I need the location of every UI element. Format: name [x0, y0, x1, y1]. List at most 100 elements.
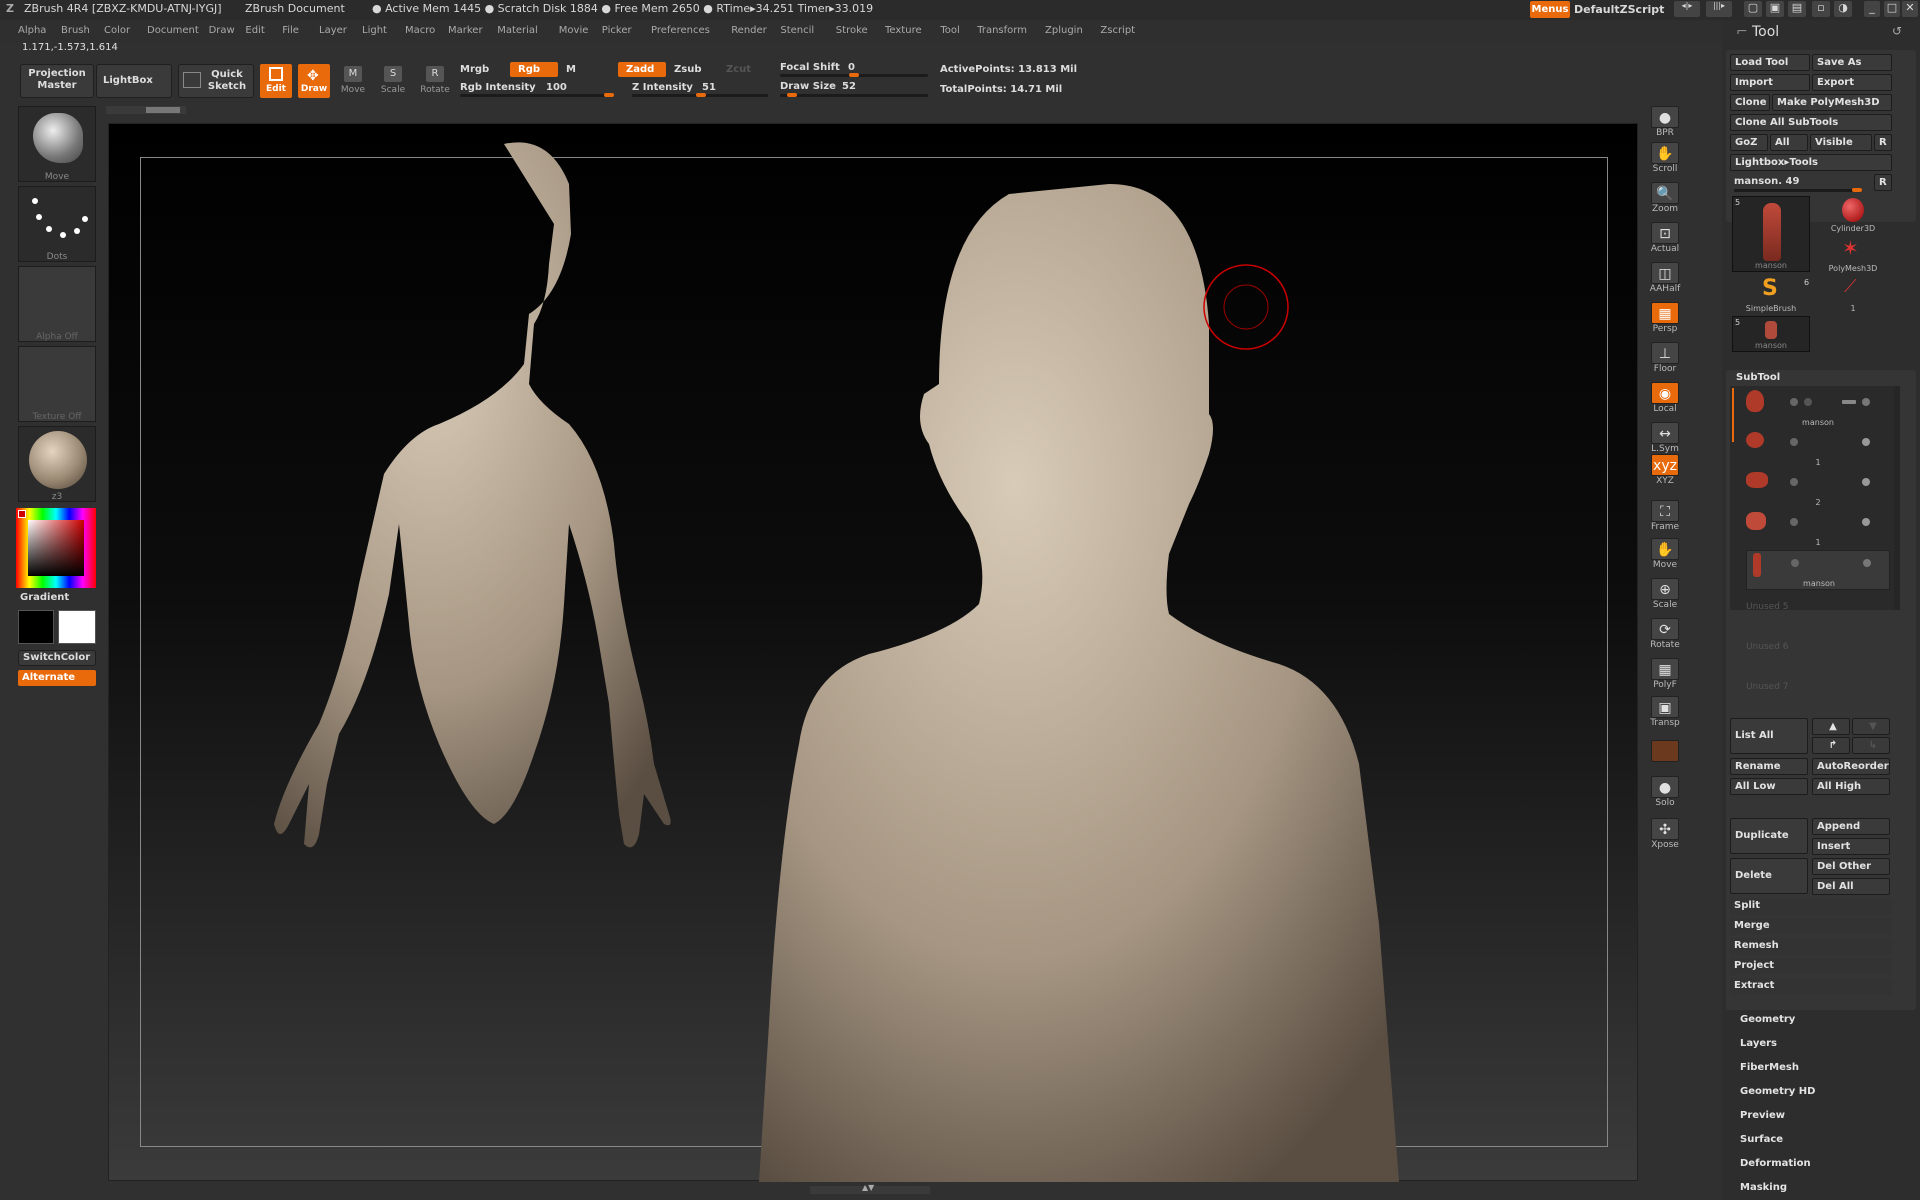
menu-picker[interactable]: Picker [602, 25, 632, 36]
subtool-visibility-icon[interactable] [1790, 438, 1798, 446]
del-other-button[interactable]: Del Other [1812, 858, 1890, 875]
move-button[interactable]: M Move [338, 64, 368, 98]
script-name[interactable]: DefaultZScript [1574, 3, 1664, 16]
menu-edit[interactable]: Edit [245, 25, 264, 36]
section-deformation[interactable]: Deformation [1740, 1158, 1811, 1169]
subtool-item[interactable]: 1 [1746, 430, 1890, 470]
texture-picker[interactable]: Texture Off [18, 346, 96, 422]
xpose-button[interactable]: ✣ Xpose [1647, 818, 1683, 854]
document-scrollbar[interactable] [106, 106, 186, 114]
draw-size-knob[interactable] [787, 93, 797, 97]
menu-document[interactable]: Document [147, 25, 199, 36]
section-surface[interactable]: Surface [1740, 1134, 1783, 1145]
canvas-viewport[interactable] [108, 123, 1638, 1182]
scroll-right-icon[interactable]: |||▸ [1706, 1, 1732, 17]
stroke-picker[interactable]: Dots [18, 186, 96, 262]
subtool-title[interactable]: SubTool [1736, 372, 1780, 383]
load-tool-button[interactable]: Load Tool [1730, 54, 1810, 71]
del-all-button[interactable]: Del All [1812, 878, 1890, 895]
close-icon[interactable]: ✕ [1902, 1, 1918, 17]
menu-macro[interactable]: Macro [405, 25, 435, 36]
menu-marker[interactable]: Marker [448, 25, 483, 36]
edit-button[interactable]: Edit [260, 64, 292, 98]
scale-button[interactable]: ⊕ Scale [1647, 578, 1683, 614]
brush-picker[interactable]: Move [18, 106, 96, 182]
maximize-icon[interactable]: □ [1884, 1, 1900, 17]
actual-button[interactable]: ⊡ Actual [1647, 222, 1683, 258]
goz-visible-button[interactable]: Visible [1810, 134, 1872, 151]
menu-stroke[interactable]: Stroke [836, 25, 868, 36]
polyf-button[interactable]: ▦ PolyF [1647, 658, 1683, 694]
aahalf-button[interactable]: ◫ AAHalf [1647, 262, 1683, 298]
projection-master-button[interactable]: Projection Master [20, 64, 94, 98]
insert-button[interactable]: Insert [1812, 838, 1890, 855]
menu-transform[interactable]: Transform [977, 25, 1027, 36]
rotate-button[interactable]: ⟳ Rotate [1647, 618, 1683, 654]
save-as-button[interactable]: Save As [1812, 54, 1892, 71]
menu-draw[interactable]: Draw [209, 25, 235, 36]
menu-zscript[interactable]: Zscript [1100, 25, 1135, 36]
ghost-button[interactable] [1647, 740, 1683, 776]
tool-scroll-slider[interactable] [1734, 188, 1862, 192]
z-intensity-knob[interactable] [696, 93, 706, 97]
make-polymesh3d-button[interactable]: Make PolyMesh3D [1772, 94, 1892, 111]
subtool-visibility-icon[interactable] [1790, 478, 1798, 486]
skin-icon[interactable]: ◑ [1834, 1, 1852, 17]
alternate-button[interactable]: Alternate [18, 670, 96, 686]
scroll-button[interactable]: ✋ Scroll [1647, 142, 1683, 178]
zsub-toggle[interactable]: Zsub [674, 64, 701, 75]
select-down-icon[interactable]: ↳ [1852, 737, 1890, 754]
subtool-item[interactable]: manson [1746, 390, 1890, 430]
section-geometry-hd[interactable]: Geometry HD [1740, 1086, 1815, 1097]
alpha-picker[interactable]: Alpha Off [18, 266, 96, 342]
scroll-left-icon[interactable]: ◂|▸ [1674, 1, 1700, 17]
menu-tool[interactable]: Tool [940, 25, 959, 36]
subtool-eye-icon[interactable] [1862, 398, 1870, 406]
mrgb-toggle[interactable]: Mrgb [460, 64, 489, 75]
delete-button[interactable]: Delete [1730, 858, 1808, 894]
lightbox-tools-button[interactable]: Lightbox▸Tools [1730, 154, 1892, 171]
menu-alpha[interactable]: Alpha [18, 25, 46, 36]
move-up-icon[interactable]: ▲ [1812, 718, 1850, 735]
color-marker[interactable] [18, 510, 26, 518]
split-button[interactable]: Split [1730, 898, 1892, 915]
menu-layer[interactable]: Layer [319, 25, 347, 36]
tool-thumb-manson[interactable]: 5 manson [1732, 196, 1810, 272]
subtool-eye-icon[interactable] [1862, 438, 1870, 446]
draw-button[interactable]: ✥ Draw [298, 64, 330, 98]
clone-all-subtools-button[interactable]: Clone All SubTools [1730, 114, 1892, 131]
transp-button[interactable]: ▣ Transp [1647, 696, 1683, 732]
all-low-button[interactable]: All Low [1730, 778, 1808, 795]
subtool-eye-icon[interactable] [1863, 559, 1871, 567]
quick-sketch-button[interactable]: Quick Sketch [178, 64, 254, 98]
project-button[interactable]: Project [1730, 958, 1892, 975]
m-toggle[interactable]: M [566, 64, 576, 75]
tool-thumb-cylinder3d[interactable]: Cylinder3D [1814, 196, 1892, 236]
subtool-visibility-icon[interactable] [1790, 398, 1798, 406]
scale-button[interactable]: S Scale [378, 64, 408, 98]
subtool-item[interactable]: manson [1746, 550, 1890, 590]
section-masking[interactable]: Masking [1740, 1182, 1787, 1193]
menu-render[interactable]: Render [731, 25, 767, 36]
focal-shift-knob[interactable] [849, 73, 859, 77]
section-preview[interactable]: Preview [1740, 1110, 1785, 1121]
menu-material[interactable]: Material [497, 25, 538, 36]
autoreorder-button[interactable]: AutoReorder [1812, 758, 1890, 775]
windows-icon[interactable]: ▣ [1766, 1, 1784, 17]
rotate-button[interactable]: R Rotate [420, 64, 450, 98]
document-scroll-thumb[interactable] [146, 107, 180, 113]
settings-icon[interactable]: ▤ [1788, 1, 1806, 17]
subtool-brush-icon[interactable] [1842, 400, 1856, 404]
export-button[interactable]: Export [1812, 74, 1892, 91]
subtool-poly-icon[interactable] [1804, 398, 1812, 406]
gradient-toggle[interactable]: Gradient [20, 592, 69, 603]
local-button[interactable]: ◉ Local [1647, 382, 1683, 418]
zcut-toggle[interactable]: Zcut [726, 64, 751, 75]
menu-texture[interactable]: Texture [885, 25, 922, 36]
section-fibermesh[interactable]: FiberMesh [1740, 1062, 1799, 1073]
clone-button[interactable]: Clone [1730, 94, 1770, 111]
tool-r-button[interactable]: R [1874, 174, 1892, 191]
merge-button[interactable]: Merge [1730, 918, 1892, 935]
rename-button[interactable]: Rename [1730, 758, 1808, 775]
all-high-button[interactable]: All High [1812, 778, 1890, 795]
